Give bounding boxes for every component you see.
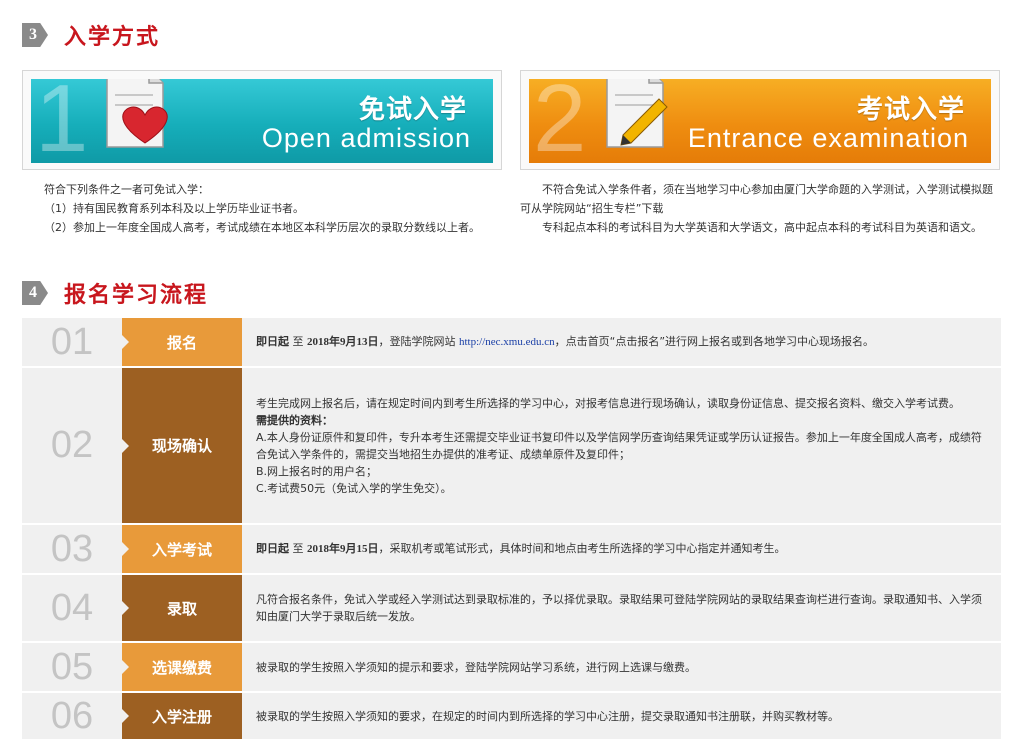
banner-title-en: Entrance examination	[687, 123, 969, 153]
desc-line: C.考试费50元（免试入学的学生免交）。	[256, 481, 452, 495]
condition-item: （2）参加上一年度全国成人高考，考试成绩在本地区本科学历层次的录取分数线以上者。	[44, 221, 480, 234]
condition-item: （1）持有国民教育系列本科及以上学历毕业证书者。	[44, 202, 304, 215]
step-number: 03	[50, 527, 94, 570]
open-admission-banner[interactable]: 1 免试入学 Open admission	[22, 70, 502, 170]
banner-title-en: Open admission	[261, 123, 471, 153]
desc-line: A.本人身份证原件和复印件，专升本考生还需提交毕业证书复印件以及学信网学历查询结…	[256, 430, 982, 461]
section-number-badge: 4	[22, 281, 48, 305]
step-description: 被录取的学生按照入学须知的提示和要求，登陆学院网站学习系统，进行网上选课与缴费。	[242, 643, 1001, 691]
start-label: 即日起	[256, 336, 289, 348]
banner-title-cn: 免试入学	[358, 95, 467, 125]
step-name: 选课缴费	[122, 643, 242, 691]
open-admission-conditions: 符合下列条件之一者可免试入学： （1）持有国民教育系列本科及以上学历毕业证书者。…	[22, 180, 500, 237]
college-website-link[interactable]: http://nec.xmu.edu.cn	[459, 336, 555, 348]
process-row: 05 选课缴费 被录取的学生按照入学须知的提示和要求，登陆学院网站学习系统，进行…	[22, 643, 1001, 693]
step-description: 即日起 至 2018年9月15日，采取机考或笔试形式，具体时间和地点由考生所选择…	[242, 525, 1001, 573]
step-description: 凡符合报名条件，免试入学或经入学测试达到录取标准的，予以择优录取。录取结果可登陆…	[242, 575, 1001, 641]
desc-post: ，点击首页“点击报名”进行网上报名或到各地学习中心现场报名。	[554, 335, 875, 348]
banner-number: 1	[35, 79, 89, 163]
banner-title-cn: 考试入学	[856, 95, 965, 125]
desc-text: 被录取的学生按照入学须知的提示和要求，登陆学院网站学习系统，进行网上选课与缴费。	[256, 660, 696, 674]
step-name: 入学考试	[122, 525, 242, 573]
step-description: 考生完成网上报名后，请在规定时间内到考生所选择的学习中心，对报考信息进行现场确认…	[242, 368, 1001, 523]
process-row: 02 现场确认 考生完成网上报名后，请在规定时间内到考生所选择的学习中心，对报考…	[22, 368, 1001, 525]
process-row: 04 录取 凡符合报名条件，免试入学或经入学测试达到录取标准的，予以择优录取。录…	[22, 575, 1001, 643]
to-label: 至	[289, 335, 307, 348]
desc-line: B.网上报名时的用户名；	[256, 464, 378, 478]
section-title: 报名学习流程	[64, 283, 209, 308]
section-title: 入学方式	[64, 25, 161, 50]
deadline-date: 2018年9月15日	[307, 543, 379, 555]
start-label: 即日起	[256, 543, 289, 555]
document-pencil-icon	[606, 79, 668, 148]
step-description: 被录取的学生按照入学须知的要求，在规定的时间内到所选择的学习中心注册，提交录取通…	[242, 693, 1001, 739]
step-number: 04	[50, 586, 94, 629]
banner-number: 2	[533, 79, 587, 163]
to-label: 至	[289, 542, 307, 555]
desc-line: 考生完成网上报名后，请在规定时间内到考生所选择的学习中心，对报考信息进行现场确认…	[256, 396, 960, 410]
desc-text: 凡符合报名条件，免试入学或经入学测试达到录取标准的，予以择优录取。录取结果可登陆…	[256, 593, 982, 623]
step-number: 02	[50, 424, 94, 466]
process-row: 01 报名 即日起 至 2018年9月13日，登陆学院网站 http://nec…	[22, 318, 1001, 368]
exam-subjects: 专科起点本科的考试科目为大学英语和大学语文，高中起点本科的考试科目为英语和语文。	[542, 221, 982, 234]
step-number: 06	[50, 694, 94, 737]
conditions-intro: 符合下列条件之一者可免试入学：	[44, 183, 209, 196]
section-header-admission: 3 入学方式	[22, 18, 160, 52]
entrance-exam-info: 不符合免试入学条件者，须在当地学习中心参加由厦门大学命题的入学测试，入学测试模拟…	[520, 180, 1002, 237]
step-name: 录取	[122, 575, 242, 641]
document-heart-icon	[106, 79, 168, 148]
section-number-badge: 3	[22, 23, 48, 47]
step-name: 入学注册	[122, 693, 242, 739]
process-row: 03 入学考试 即日起 至 2018年9月15日，采取机考或笔试形式，具体时间和…	[22, 525, 1001, 575]
section-header-process: 4 报名学习流程	[22, 276, 208, 310]
exam-requirement: 不符合免试入学条件者，须在当地学习中心参加由厦门大学命题的入学测试，入学测试模拟…	[520, 183, 993, 215]
desc-text: 被录取的学生按照入学须知的要求，在规定的时间内到所选择的学习中心注册，提交录取通…	[256, 709, 839, 723]
step-name: 现场确认	[122, 368, 242, 523]
deadline-date: 2018年9月13日	[307, 336, 379, 348]
desc-post: ，采取机考或笔试形式，具体时间和地点由考生所选择的学习中心指定并通知考生。	[378, 542, 786, 555]
step-name: 报名	[122, 318, 242, 366]
desc-pre: ，登陆学院网站	[378, 335, 459, 348]
step-number: 01	[50, 320, 94, 363]
step-number: 05	[50, 645, 94, 688]
required-materials-heading: 需提供的资料：	[256, 413, 333, 427]
entrance-exam-banner[interactable]: 2 考试入学 Entrance examination	[520, 70, 1000, 170]
step-description: 即日起 至 2018年9月13日，登陆学院网站 http://nec.xmu.e…	[242, 318, 1001, 366]
process-table: 01 报名 即日起 至 2018年9月13日，登陆学院网站 http://nec…	[22, 318, 1001, 741]
process-row: 06 入学注册 被录取的学生按照入学须知的要求，在规定的时间内到所选择的学习中心…	[22, 693, 1001, 741]
